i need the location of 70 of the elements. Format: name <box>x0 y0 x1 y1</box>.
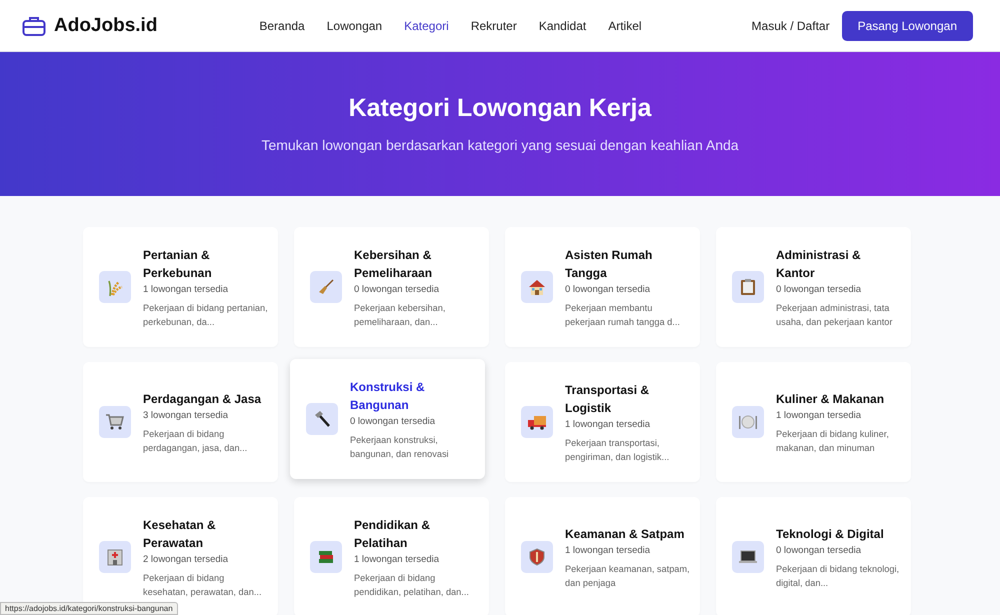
hospital-icon <box>107 548 123 566</box>
category-card[interactable]: Administrasi & Kantor 0 lowongan tersedia Pekerjaan administrasi, tata usaha, dan pekerjaan kantor <box>716 227 911 347</box>
category-description: Pekerjaan transportasi, pengiriman, dan logistik... <box>565 436 670 464</box>
category-description: Pekerjaan kebersihan, pemeliharaan, dan... <box>354 302 446 328</box>
job-count: 0 lowongan tersedia <box>350 416 436 426</box>
login-link[interactable]: Masuk / Daftar <box>752 18 830 32</box>
page-subtitle: Temukan lowongan berdasarkan kategori yang sesuai dengan keahlian Anda <box>261 137 739 153</box>
category-title: Pendidikan & Pelatihan <box>354 516 432 552</box>
hammer-icon <box>313 410 331 428</box>
category-card[interactable]: Pertanian & Perkebunan 1 lowongan tersedia Pekerjaan di bidang pertanian, perkebunan, da... <box>83 227 278 347</box>
site-logo[interactable]: AdoJobs.id <box>54 14 158 36</box>
category-card[interactable]: Teknologi & Digital 0 lowongan tersedia Pekerjaan di bidang teknologi, digital, dan... <box>716 497 911 615</box>
category-card[interactable]: Kebersihan & Pemeliharaan 0 lowongan tersedia Pekerjaan kebersihan, pemeliharaan, dan... <box>294 227 489 347</box>
category-description: Pekerjaan di bidang kuliner, makanan, dan minuman <box>776 428 890 454</box>
category-title: Administrasi & Kantor <box>776 246 862 282</box>
laptop-icon <box>738 549 758 565</box>
category-title: Kuliner & Makanan <box>776 390 886 408</box>
job-count: 1 lowongan tersedia <box>143 284 230 294</box>
category-description: Pekerjaan konstruksi, bangunan, dan renovasi <box>350 434 450 460</box>
job-count: 0 lowongan tersedia <box>776 284 862 294</box>
job-count: 0 lowongan tersedia <box>776 544 862 556</box>
category-title: Teknologi & Digital <box>776 526 885 542</box>
category-title: Kebersihan & Pemeliharaan <box>354 246 434 282</box>
category-description: Pekerjaan di bidang teknologi, digital, dan... <box>776 562 900 590</box>
category-description: Pekerjaan membantu pekerjaan rumah tangga d... <box>565 302 681 328</box>
job-count: 1 lowongan tersedia <box>354 554 440 564</box>
category-title: Konstruksi & Bangunan <box>350 378 426 414</box>
clipboard-icon <box>740 278 756 296</box>
nav-link[interactable]: Kandidat <box>538 18 586 32</box>
category-title: Transportasi & Logistik <box>565 382 650 416</box>
category-card[interactable]: Keamanan & Satpam 1 lowongan tersedia Pekerjaan keamanan, satpam, dan penjaga <box>505 497 700 615</box>
category-card[interactable]: Pendidikan & Pelatihan 1 lowongan tersedia Pekerjaan di bidang pendidikan, pelatihan, dan... <box>294 497 489 615</box>
shield-icon <box>529 548 545 566</box>
broom-icon <box>317 278 335 296</box>
category-title: Keamanan & Satpam <box>565 526 686 542</box>
nav-link[interactable]: Kategori <box>404 18 449 32</box>
post-job-button[interactable]: Pasang Lowongan <box>842 10 973 40</box>
category-description: Pekerjaan di bidang pendidikan, pelatihan, dan... <box>354 572 470 598</box>
category-title: Asisten Rumah Tangga <box>565 246 654 282</box>
books-icon <box>317 549 335 565</box>
category-card[interactable]: Kuliner & Makanan 1 lowongan tersedia Pekerjaan di bidang kuliner, makanan, dan minuman <box>716 362 911 482</box>
nav-link[interactable]: Rekruter <box>470 18 517 32</box>
page-title: Kategori Lowongan Kerja <box>348 94 652 123</box>
category-description: Pekerjaan keamanan, satpam, dan penjaga <box>565 562 690 590</box>
category-description: Pekerjaan di bidang perdagangan, jasa, dan... <box>143 428 248 454</box>
nav-link[interactable]: Artikel <box>608 18 642 32</box>
job-count: 1 lowongan tersedia <box>565 418 652 430</box>
job-count: 1 lowongan tersedia <box>776 410 862 420</box>
job-count: 0 lowongan tersedia <box>354 284 440 294</box>
category-description: Pekerjaan administrasi, tata usaha, dan pekerjaan kantor <box>776 302 894 328</box>
category-card[interactable]: Transportasi & Logistik 1 lowongan tersedia Pekerjaan transportasi, pengiriman, dan logistik... <box>505 362 700 482</box>
category-title: Pertanian & Perkebunan <box>143 246 213 282</box>
briefcase-icon <box>22 14 46 36</box>
category-card[interactable]: Konstruksi & Bangunan 0 lowongan tersedia Pekerjaan konstruksi, bangunan, dan renovasi <box>290 359 485 479</box>
cart-icon <box>105 413 125 431</box>
truck-icon <box>527 414 547 430</box>
nav-link[interactable]: Beranda <box>259 18 305 32</box>
plate-icon <box>738 413 758 431</box>
category-description: Pekerjaan di bidang pertanian, perkebunan, da... <box>143 302 268 328</box>
category-card[interactable]: Asisten Rumah Tangga 0 lowongan tersedia Pekerjaan membantu pekerjaan rumah tangga d... <box>505 227 700 347</box>
job-count: 1 lowongan tersedia <box>565 544 652 556</box>
job-count: 2 lowongan tersedia <box>143 554 230 564</box>
category-description: Pekerjaan di bidang kesehatan, perawatan, dan... <box>143 572 262 598</box>
category-card[interactable]: Perdagangan & Jasa 3 lowongan tersedia Pekerjaan di bidang perdagangan, jasa, dan... <box>83 362 278 482</box>
job-count: 0 lowongan tersedia <box>565 284 652 294</box>
nav-link[interactable]: Lowongan <box>326 18 382 32</box>
category-title: Kesehatan & Perawatan <box>143 516 217 552</box>
job-count: 3 lowongan tersedia <box>143 410 230 420</box>
category-title: Perdagangan & Jasa <box>143 390 262 408</box>
house-icon <box>527 278 547 296</box>
